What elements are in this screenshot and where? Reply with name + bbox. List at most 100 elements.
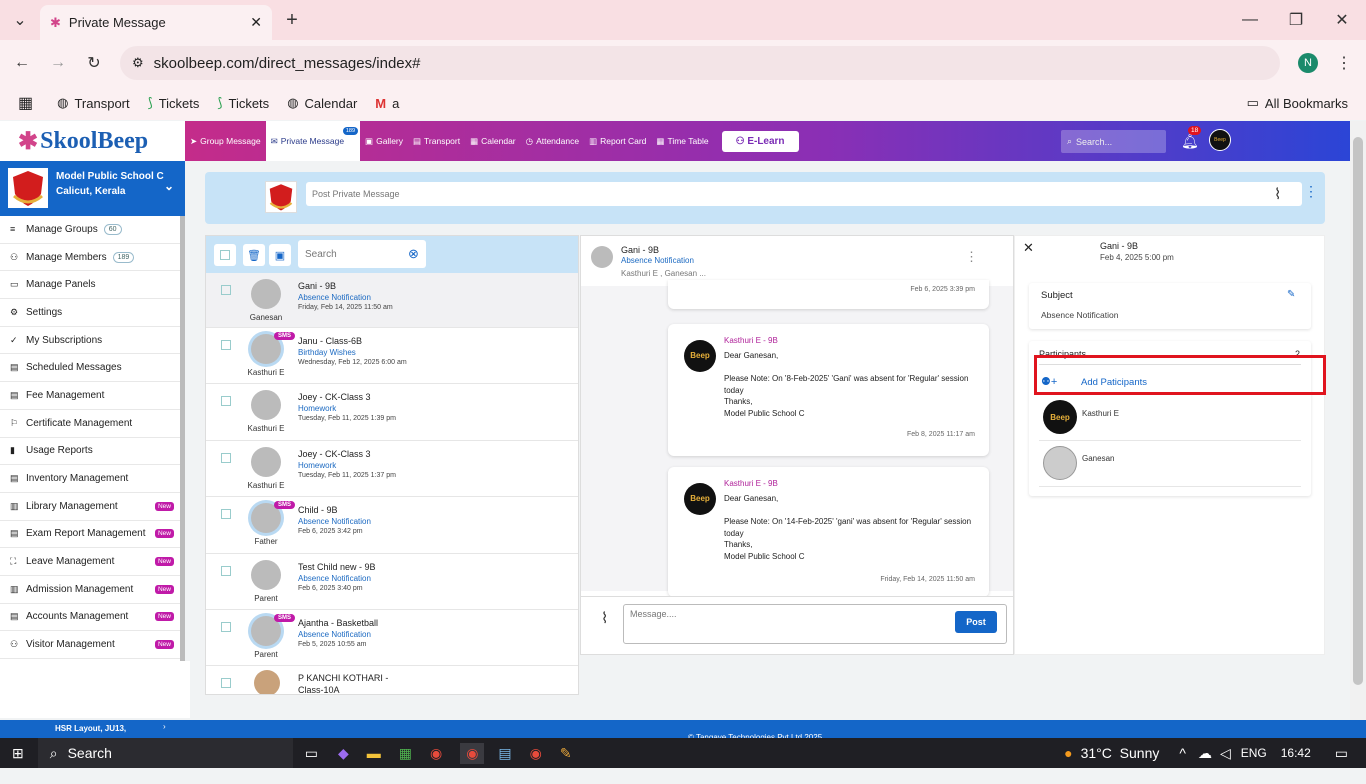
- chrome-icon[interactable]: ◉: [530, 745, 542, 762]
- message-input[interactable]: Message....: [623, 604, 1007, 644]
- sidebar-item[interactable]: ⚐ Certificate Management: [0, 410, 180, 438]
- sidebar-item[interactable]: ≡ Manage Groups 60: [0, 216, 180, 244]
- row-checkbox[interactable]: [221, 622, 231, 632]
- row-checkbox[interactable]: [221, 678, 231, 688]
- list-item[interactable]: Kasthuri E Joey - CK-Class 3 Homework Tuesd…: [206, 384, 578, 441]
- sidebar-item[interactable]: ▥ Admission Management New: [0, 576, 180, 604]
- bookmark-gmail[interactable]: Ma: [375, 96, 399, 111]
- post-button[interactable]: Post: [955, 611, 997, 633]
- row-checkbox[interactable]: [221, 509, 231, 519]
- nav-gallery[interactable]: ▣ Gallery: [360, 121, 408, 161]
- chrome-active-icon[interactable]: ◉: [460, 742, 485, 764]
- sidebar-item[interactable]: ▭ Manage Panels: [0, 271, 180, 300]
- nav-report-card[interactable]: ▥ Report Card: [584, 121, 651, 161]
- sidebar-item[interactable]: ▤ Fee Management: [0, 382, 180, 410]
- sidebar-item[interactable]: ▤ Accounts Management New: [0, 604, 180, 632]
- browser-menu-icon[interactable]: ⋮: [1330, 49, 1358, 77]
- sidebar-item[interactable]: ⚇ Manage Members 189: [0, 244, 180, 272]
- delete-icon[interactable]: 🗑︎: [243, 244, 265, 266]
- chevron-right-icon[interactable]: ›: [163, 722, 166, 731]
- chat-menu-icon[interactable]: ⋮: [965, 249, 978, 265]
- list-item[interactable]: Ganesan Gani - 9B Absence Notification Frid…: [206, 273, 578, 328]
- all-bookmarks[interactable]: ▭ All Bookmarks: [1247, 95, 1348, 111]
- sidebar-item[interactable]: ▤ Exam Report Management New: [0, 521, 180, 549]
- notifications-icon[interactable]: ▭: [1335, 745, 1348, 762]
- nav-time-table[interactable]: ▦ Time Table: [651, 121, 713, 161]
- task-view-icon[interactable]: ▭: [305, 745, 318, 762]
- list-item[interactable]: P KANCHI KOTHARI - Class-10A: [206, 666, 578, 694]
- list-item[interactable]: SMS Kasthuri E Janu - Class-6B Birthday Wis…: [206, 328, 578, 384]
- url-bar[interactable]: ⚙ skoolbeep.com/direct_messages/index#: [120, 46, 1280, 80]
- windows-start-icon[interactable]: ⊞: [12, 745, 24, 762]
- chevron-down-icon[interactable]: ⌄: [164, 179, 174, 194]
- store-icon[interactable]: ▦: [399, 745, 412, 762]
- row-checkbox[interactable]: [221, 285, 231, 295]
- row-checkbox[interactable]: [221, 566, 231, 576]
- tab-list-chevron-icon[interactable]: ⌄: [6, 6, 34, 34]
- window-close-icon[interactable]: ✕: [1328, 6, 1356, 34]
- sidebar-item[interactable]: ▮ Usage Reports: [0, 438, 180, 466]
- bookmark-tickets-2[interactable]: ⟆ Tickets: [217, 95, 269, 111]
- new-tab-icon[interactable]: +: [278, 6, 306, 34]
- explorer-icon[interactable]: ▬: [367, 745, 381, 761]
- app-logo[interactable]: ✱ SkoolBeep: [0, 121, 185, 161]
- paint-icon[interactable]: ✎: [560, 745, 572, 762]
- attach-icon[interactable]: ⌇: [601, 609, 608, 627]
- row-checkbox[interactable]: [221, 453, 231, 463]
- bell-icon[interactable]: 🔔︎: [1181, 133, 1199, 150]
- volume-icon[interactable]: ◁: [1220, 745, 1231, 762]
- close-icon[interactable]: ✕: [1023, 240, 1034, 256]
- nav-group-message[interactable]: ➤ Group Message: [185, 121, 266, 161]
- sidebar-scrollbar[interactable]: [180, 216, 185, 661]
- network-icon[interactable]: ☁: [1198, 745, 1212, 762]
- clock[interactable]: 16:42: [1281, 746, 1311, 760]
- list-search-input[interactable]: Search ⊗: [298, 240, 426, 268]
- list-item[interactable]: SMS Father Child - 9B Absence Notification F…: [206, 497, 578, 554]
- school-selector[interactable]: Model Public School C Calicut, Kerala ⌄: [0, 161, 185, 216]
- user-avatar[interactable]: Beep: [1209, 129, 1231, 151]
- sidebar-item[interactable]: ▤ Scheduled Messages: [0, 354, 180, 383]
- more-options-icon[interactable]: ⋮: [1304, 183, 1318, 200]
- copilot-icon[interactable]: ◆: [338, 745, 349, 762]
- close-tab-icon[interactable]: ✕: [250, 14, 262, 31]
- sidebar-item[interactable]: ⛶ Leave Management New: [0, 548, 180, 576]
- select-all-checkbox[interactable]: [214, 244, 236, 266]
- row-checkbox[interactable]: [221, 396, 231, 406]
- clear-search-icon[interactable]: ⊗: [408, 246, 419, 262]
- nav-transport[interactable]: ▤ Transport: [408, 121, 465, 161]
- sidebar-item[interactable]: ⚇ Visitor Management New: [0, 631, 180, 659]
- tray-chevron-icon[interactable]: ^: [1179, 745, 1186, 761]
- bookmark-transport[interactable]: ◍ Transport: [57, 95, 130, 111]
- minimize-icon[interactable]: —: [1236, 6, 1264, 34]
- bookmark-tickets-1[interactable]: ⟆ Tickets: [148, 95, 200, 111]
- list-item[interactable]: Parent Test Child new - 9B Absence Notific…: [206, 554, 578, 610]
- site-info-icon[interactable]: ⚙: [132, 55, 144, 71]
- language-indicator[interactable]: ENG: [1241, 746, 1267, 760]
- sidebar-item[interactable]: ⚙ Settings: [0, 299, 180, 327]
- nav-attendance[interactable]: ◷ Attendance: [521, 121, 584, 161]
- notepad-icon[interactable]: ▤: [498, 745, 511, 762]
- apps-grid-icon[interactable]: ▦: [18, 93, 33, 113]
- back-icon[interactable]: ←: [8, 49, 36, 77]
- sidebar-item[interactable]: ▤ Inventory Management: [0, 465, 180, 493]
- sidebar-item[interactable]: ✓ My Subscriptions: [0, 327, 180, 355]
- row-checkbox[interactable]: [221, 340, 231, 350]
- reload-icon[interactable]: ↻: [80, 49, 108, 77]
- list-item[interactable]: Kasthuri E Joey - CK-Class 3 Homework Tuesd…: [206, 441, 578, 497]
- page-scrollbar[interactable]: [1350, 121, 1366, 738]
- post-message-input[interactable]: Post Private Message ⌇: [306, 182, 1302, 206]
- chrome-icon[interactable]: ◉: [430, 745, 442, 762]
- archive-icon[interactable]: ▣: [269, 244, 291, 266]
- nav-calendar[interactable]: ▦ Calendar: [465, 121, 521, 161]
- maximize-icon[interactable]: ❐: [1282, 6, 1310, 34]
- header-search-input[interactable]: ⌕ Search...: [1061, 130, 1166, 153]
- sidebar-item[interactable]: ▥ Library Management New: [0, 493, 180, 521]
- elearn-button[interactable]: ⚇ E-Learn: [721, 130, 799, 152]
- edit-pencil-icon[interactable]: ✎: [1287, 289, 1295, 300]
- attach-icon[interactable]: ⌇: [1274, 185, 1281, 203]
- list-item[interactable]: SMS Parent Ajantha - Basketball Absence Not…: [206, 610, 578, 666]
- taskbar-search[interactable]: ⌕ Search: [37, 738, 293, 768]
- bookmark-calendar[interactable]: ◍ Calendar: [287, 95, 357, 111]
- nav-private-message[interactable]: ✉ Private Message 189: [265, 121, 361, 161]
- browser-tab[interactable]: ✱ Private Message ✕: [40, 5, 272, 40]
